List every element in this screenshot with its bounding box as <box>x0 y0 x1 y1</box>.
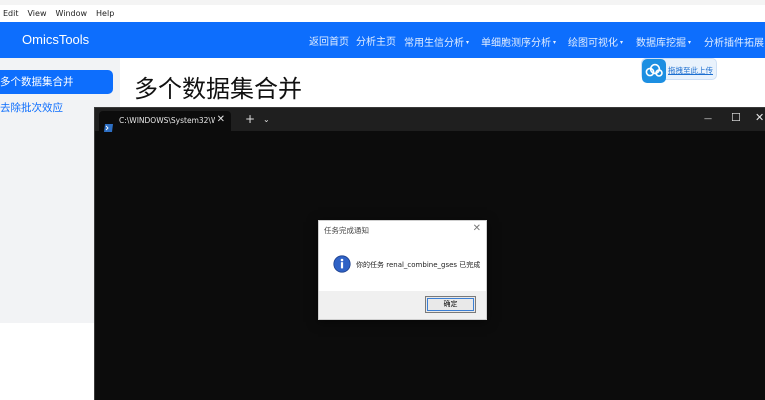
upload-dropzone[interactable]: 拖拽至此上传 <box>641 58 717 83</box>
nav-single-cell-label: 单细胞测序分析 <box>481 38 551 49</box>
nav-database-mining[interactable]: 数据库挖掘 ▾ <box>636 34 691 49</box>
task-complete-dialog: 任务完成通知 ✕ 你的任务 renal_combine_gses 已完成 确定 <box>318 220 487 320</box>
terminal-tab[interactable]: C:\WINDOWS\System32\Wind ✕ <box>99 111 231 132</box>
upload-label: 拖拽至此上传 <box>668 66 713 75</box>
terminal-tab-title: C:\WINDOWS\System32\Wind <box>119 116 215 125</box>
powershell-icon <box>104 117 113 132</box>
brand-link[interactable]: OmicsTools <box>22 32 89 47</box>
chevron-down-icon: ▾ <box>466 39 470 46</box>
nav-home[interactable]: 返回首页 <box>309 33 349 48</box>
nav-database-mining-label: 数据库挖掘 <box>636 38 686 49</box>
chevron-down-icon: ▾ <box>688 39 692 46</box>
page-title: 多个数据集合并 <box>134 75 302 103</box>
chevron-down-icon[interactable]: ⌄ <box>263 115 270 124</box>
nav-home-label: 返回首页 <box>309 37 349 48</box>
menu-help[interactable]: Help <box>96 9 114 18</box>
menu-window[interactable]: Window <box>55 9 87 18</box>
menu-edit[interactable]: Edit <box>3 9 19 18</box>
new-tab-icon[interactable]: + <box>245 112 255 126</box>
nav-common-bioinfo[interactable]: 常用生信分析 ▾ <box>404 34 469 49</box>
nav-common-bioinfo-label: 常用生信分析 <box>404 38 464 49</box>
app-menubar: Edit View Window Help <box>0 5 765 22</box>
ok-button[interactable]: 确定 <box>425 296 476 313</box>
sidebar-item-batch-correction[interactable]: 去除批次效应 <box>0 100 63 115</box>
nav-visualization[interactable]: 绘图可视化 ▾ <box>568 34 623 49</box>
dialog-title: 任务完成通知 <box>324 226 369 235</box>
cloud-icon <box>642 59 666 83</box>
chevron-down-icon: ▾ <box>553 39 557 46</box>
minimize-icon[interactable]: — <box>704 114 712 123</box>
nav-visualization-label: 绘图可视化 <box>568 38 618 49</box>
nav-analysis-home-label: 分析主页 <box>356 37 396 48</box>
dialog-footer: 确定 <box>319 291 486 319</box>
sidebar-item-merge-datasets[interactable]: 多个数据集合并 <box>0 70 113 94</box>
nav-analysis-home[interactable]: 分析主页 <box>356 33 396 48</box>
nav-single-cell[interactable]: 单细胞测序分析 ▾ <box>481 34 556 49</box>
menu-view[interactable]: View <box>28 9 47 18</box>
info-icon <box>333 255 351 273</box>
dialog-message: 你的任务 renal_combine_gses 已完成 <box>356 261 481 269</box>
chevron-down-icon: ▾ <box>620 39 624 46</box>
site-navbar: OmicsTools 返回首页 分析主页 常用生信分析 ▾ 单细胞测序分析 ▾ 绘图… <box>0 22 765 58</box>
nav-plugins[interactable]: 分析插件拓展▾ <box>704 34 765 49</box>
terminal-titlebar[interactable]: C:\WINDOWS\System32\Wind ✕ + ⌄ — ☐ ✕ <box>95 108 765 132</box>
maximize-icon[interactable]: ☐ <box>731 111 741 124</box>
close-icon[interactable]: ✕ <box>473 223 481 234</box>
nav-plugins-label: 分析插件拓展 <box>704 38 764 49</box>
close-icon[interactable]: ✕ <box>217 114 225 125</box>
screen: Edit View Window Help OmicsTools 返回首页 分析… <box>0 0 765 400</box>
window-close-icon[interactable]: ✕ <box>755 111 764 124</box>
